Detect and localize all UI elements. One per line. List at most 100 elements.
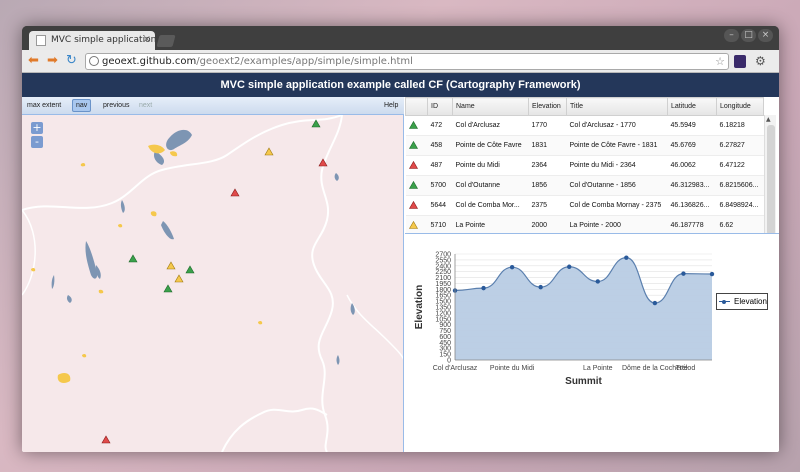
tab-close-icon[interactable]: × xyxy=(143,34,151,45)
data-point xyxy=(709,271,715,277)
column-header-title[interactable]: Title xyxy=(566,97,668,116)
column-header-id[interactable]: ID xyxy=(427,97,453,116)
new-tab-button[interactable] xyxy=(156,35,176,47)
marker-red-icon[interactable] xyxy=(101,435,111,444)
cell-id: 5644 xyxy=(427,195,453,216)
cell-name: Col d'Outanne xyxy=(452,175,529,196)
column-header-elevation[interactable]: Elevation xyxy=(528,97,567,116)
cell-longitude: 6.8498924... xyxy=(716,195,764,216)
chart-legend: Elevation xyxy=(716,293,768,310)
urban-area xyxy=(98,289,104,294)
tab-title: MVC simple application ex xyxy=(51,35,155,45)
wrench-icon[interactable]: ⚙ xyxy=(755,53,766,69)
lake xyxy=(66,295,72,303)
browser-window: MVC simple application ex × – □ × ⬅ ➡ ↻ … xyxy=(22,26,779,452)
table-row[interactable]: 487 Pointe du Midi 2364 Pointe du Midi - 23… xyxy=(405,155,764,176)
marker-green-icon[interactable] xyxy=(128,254,138,263)
data-point xyxy=(481,285,486,291)
cell-elevation: 1856 xyxy=(528,175,567,196)
reload-icon[interactable]: ↻ xyxy=(66,53,77,69)
marker-yellow-icon[interactable] xyxy=(174,274,184,283)
cell-name: Col d'Arclusaz xyxy=(452,115,529,136)
urban-area xyxy=(57,373,71,383)
zoom-out-button[interactable]: - xyxy=(31,136,43,148)
cell-id: 458 xyxy=(427,135,453,156)
lake xyxy=(161,221,174,240)
marker-green-icon xyxy=(408,180,418,189)
marker-green-icon[interactable] xyxy=(185,265,195,274)
url-path: /geoext2/examples/app/simple/simple.html xyxy=(196,56,413,67)
address-bar[interactable]: geoext.github.com/geoext2/examples/app/s… xyxy=(85,53,729,70)
column-header-marker[interactable] xyxy=(405,97,428,116)
cell-title: Pointe du Midi - 2364 xyxy=(566,155,668,176)
nav-button[interactable]: nav xyxy=(72,99,92,112)
marker-red-icon[interactable] xyxy=(230,188,240,197)
page-content: MVC simple application example called CF… xyxy=(22,73,779,452)
elevation-chart-panel: 0 150 300 450 600 750 900 1050 1200 1350 1500 1650 1… xyxy=(405,233,779,452)
close-button[interactable]: × xyxy=(758,29,773,42)
marker-yellow-icon xyxy=(408,220,418,229)
legend-label: Elevation xyxy=(734,297,767,306)
cell-id: 487 xyxy=(427,155,453,176)
legend-marker-icon xyxy=(722,300,726,304)
data-point xyxy=(624,255,629,260)
marker-green-icon xyxy=(408,120,418,129)
border-line xyxy=(346,294,403,360)
urban-area xyxy=(150,211,157,217)
data-point xyxy=(538,284,543,290)
lake xyxy=(85,241,98,279)
browser-toolbar: ⬅ ➡ ↻ geoext.github.com/geoext2/examples… xyxy=(22,50,779,73)
url-host: geoext.github.com xyxy=(102,56,197,67)
column-header-longitude[interactable]: Longitude xyxy=(716,97,764,116)
y-axis-title: Elevation xyxy=(414,285,425,329)
urban-area xyxy=(80,162,86,167)
border-line xyxy=(22,209,36,296)
lake xyxy=(334,173,339,181)
scroll-up-icon[interactable]: ▲ xyxy=(766,116,771,123)
table-row[interactable]: 5644 Col de Comba Mor... 2375 Col de Comba … xyxy=(405,195,764,216)
cell-title: Pointe de Côte Favre - 1831 xyxy=(566,135,668,156)
previous-button[interactable]: previous xyxy=(103,102,129,109)
next-button[interactable]: next xyxy=(139,102,152,109)
x-tick-label: Trélod xyxy=(676,365,696,372)
data-point xyxy=(567,264,572,269)
table-row[interactable]: 458 Pointe de Côte Favre 1831 Pointe de Côt… xyxy=(405,135,764,156)
scroll-thumb[interactable] xyxy=(767,125,775,235)
max-extent-button[interactable]: max extent xyxy=(27,102,61,109)
browser-tab[interactable]: MVC simple application ex × xyxy=(29,31,155,50)
help-button[interactable]: Help xyxy=(384,102,398,109)
minimize-button[interactable]: – xyxy=(724,29,739,42)
cell-longitude: 6.18218 xyxy=(716,115,764,136)
extension-icon[interactable] xyxy=(734,55,746,68)
bookmark-star-icon[interactable]: ☆ xyxy=(715,54,725,69)
marker-yellow-icon[interactable] xyxy=(264,147,274,156)
lake xyxy=(120,200,125,213)
column-header-latitude[interactable]: Latitude xyxy=(667,97,717,116)
marker-green-icon[interactable] xyxy=(163,284,173,293)
cell-title: Col de Comba Mornay - 2375 xyxy=(566,195,668,216)
y-tick-label: 2700 xyxy=(435,252,451,259)
globe-icon xyxy=(89,56,99,66)
map-panel[interactable]: + - xyxy=(22,115,404,452)
table-row[interactable]: 472 Col d'Arclusaz 1770 Col d'Arclusaz - 17… xyxy=(405,115,764,136)
column-header-name[interactable]: Name xyxy=(452,97,529,116)
table-row[interactable]: 5700 Col d'Outanne 1856 Col d'Outanne - 185… xyxy=(405,175,764,196)
elevation-chart: 0150300450600750900105012001350150016501… xyxy=(414,252,715,387)
row-marker-cell xyxy=(405,175,428,196)
back-arrow-icon[interactable]: ⬅ xyxy=(28,53,39,69)
window-controls: – □ × xyxy=(724,29,773,42)
cell-elevation: 2375 xyxy=(528,195,567,216)
marker-green-icon[interactable] xyxy=(311,119,321,128)
cell-longitude: 6.47122 xyxy=(716,155,764,176)
marker-red-icon xyxy=(408,200,418,209)
forward-arrow-icon[interactable]: ➡ xyxy=(47,53,58,69)
page-icon xyxy=(36,35,46,46)
table-header-row: ID Name Elevation Title Latitude Longitu… xyxy=(405,97,764,116)
marker-yellow-icon[interactable] xyxy=(166,261,176,270)
maximize-button[interactable]: □ xyxy=(741,29,756,42)
cell-latitude: 45.5949 xyxy=(667,115,717,136)
marker-green-icon xyxy=(408,140,418,149)
zoom-in-button[interactable]: + xyxy=(31,122,43,134)
lake xyxy=(166,129,192,151)
cell-latitude: 45.6769 xyxy=(667,135,717,156)
